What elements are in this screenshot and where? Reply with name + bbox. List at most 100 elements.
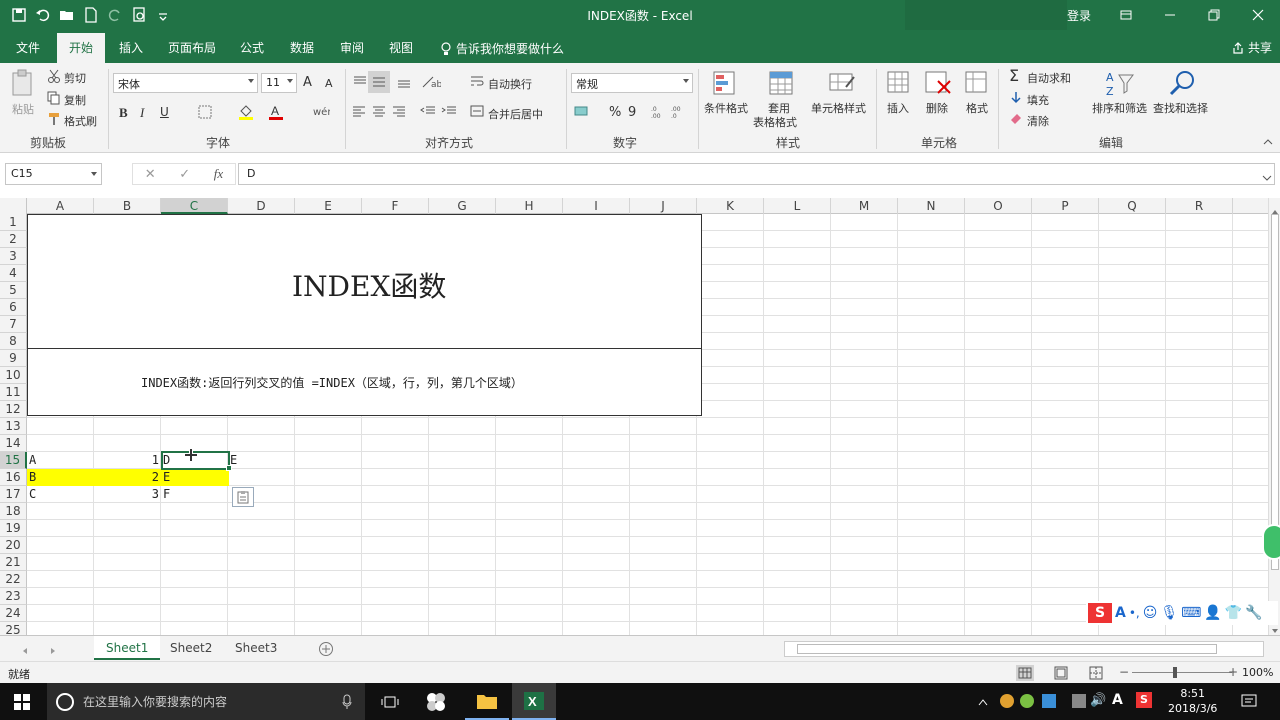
cell-B17[interactable]: 3 xyxy=(94,486,161,503)
tab-home[interactable]: 开始 xyxy=(57,33,106,63)
microphone-icon[interactable]: 🎙 xyxy=(1160,605,1178,621)
align-right-icon[interactable] xyxy=(392,105,406,120)
row-header-25[interactable]: 25 xyxy=(0,622,27,635)
horizontal-scrollbar[interactable] xyxy=(784,641,1264,657)
column-header-D[interactable]: D xyxy=(228,198,295,214)
row-header-18[interactable]: 18 xyxy=(0,503,27,520)
copy-icon[interactable] xyxy=(47,91,61,108)
sheet-tab-sheet2[interactable]: Sheet2 xyxy=(158,636,224,660)
row-header-22[interactable]: 22 xyxy=(0,571,27,588)
row-header-20[interactable]: 20 xyxy=(0,537,27,554)
name-box[interactable]: C15 xyxy=(5,163,102,185)
font-size-select[interactable]: 11 xyxy=(261,73,297,93)
increase-indent-icon[interactable] xyxy=(441,105,457,120)
skin-icon[interactable]: 👕 xyxy=(1225,605,1242,621)
cell-A16[interactable]: B xyxy=(27,469,94,486)
format-painter-icon[interactable] xyxy=(47,112,61,129)
keyboard-icon[interactable]: ⌨ xyxy=(1181,605,1201,621)
taskbar-search-box[interactable]: 在这里输入你要搜索的内容 xyxy=(47,683,365,720)
column-header-R[interactable]: R xyxy=(1166,198,1233,214)
borders-icon[interactable] xyxy=(198,105,214,122)
column-header-N[interactable]: N xyxy=(898,198,965,214)
column-header-C[interactable]: C xyxy=(161,198,228,214)
expand-formula-bar-icon[interactable] xyxy=(1262,171,1272,185)
column-header-J[interactable]: J xyxy=(630,198,697,214)
row-header-6[interactable]: 6 xyxy=(0,299,27,316)
delete-cells-label[interactable]: 删除 xyxy=(926,100,948,116)
column-header-Q[interactable]: Q xyxy=(1099,198,1166,214)
ribbon-display-options-icon[interactable] xyxy=(1104,0,1148,30)
copy-label[interactable]: 复制 xyxy=(64,92,86,108)
column-header-M[interactable]: M xyxy=(831,198,898,214)
minimize-icon[interactable] xyxy=(1148,0,1192,30)
tab-formulas[interactable]: 公式 xyxy=(240,39,264,56)
tab-page-layout[interactable]: 页面布局 xyxy=(168,39,216,56)
zoom-level[interactable]: 100% xyxy=(1242,666,1273,679)
microphone-search-icon[interactable] xyxy=(342,694,352,710)
tab-view[interactable]: 视图 xyxy=(389,39,413,56)
row-header-8[interactable]: 8 xyxy=(0,333,27,350)
align-top-icon[interactable] xyxy=(352,75,368,92)
input-method-indicator[interactable]: A xyxy=(1112,692,1123,708)
sign-in-link[interactable]: 登录 xyxy=(1067,7,1091,24)
align-center-icon[interactable] xyxy=(372,105,386,120)
row-header-12[interactable]: 12 xyxy=(0,401,27,418)
row-header-24[interactable]: 24 xyxy=(0,605,27,622)
row-header-10[interactable]: 10 xyxy=(0,367,27,384)
vertical-scroll-thumb[interactable] xyxy=(1271,214,1279,570)
find-select-icon[interactable] xyxy=(1168,69,1198,102)
comma-style-button[interactable]: 9 xyxy=(628,105,636,120)
align-middle-icon[interactable] xyxy=(368,71,390,93)
row-header-3[interactable]: 3 xyxy=(0,248,27,265)
paste-button[interactable] xyxy=(10,69,36,102)
tab-file[interactable]: 文件 xyxy=(16,39,40,56)
volume-icon[interactable]: 🔊 xyxy=(1090,693,1106,708)
row-header-2[interactable]: 2 xyxy=(0,231,27,248)
insert-cells-icon[interactable] xyxy=(886,69,912,100)
delete-cells-icon[interactable] xyxy=(924,69,952,100)
column-header-I[interactable]: I xyxy=(563,198,630,214)
tab-data[interactable]: 数据 xyxy=(290,39,314,56)
insert-cells-label[interactable]: 插入 xyxy=(887,100,909,116)
share-button[interactable]: 共享 xyxy=(1232,39,1272,56)
zoom-out-button[interactable]: − xyxy=(1119,665,1129,679)
accounting-format-icon[interactable] xyxy=(574,105,592,122)
normal-view-icon[interactable] xyxy=(1016,665,1034,681)
align-bottom-icon[interactable] xyxy=(396,75,412,92)
column-header-H[interactable]: H xyxy=(496,198,563,214)
sogou-logo-icon[interactable]: S xyxy=(1088,603,1112,623)
row-header-15[interactable]: 15 xyxy=(0,452,27,469)
row-header-11[interactable]: 11 xyxy=(0,384,27,401)
next-sheet-icon[interactable] xyxy=(50,644,56,658)
paste-options-button[interactable] xyxy=(232,487,254,507)
excel-taskbar-icon[interactable]: X xyxy=(512,683,556,720)
close-icon[interactable] xyxy=(1236,0,1280,30)
collapse-ribbon-icon[interactable] xyxy=(1263,135,1273,149)
vertical-scrollbar[interactable] xyxy=(1268,198,1280,635)
find-select-label[interactable]: 查找和选择 xyxy=(1153,100,1208,116)
row-header-9[interactable]: 9 xyxy=(0,350,27,367)
row-header-7[interactable]: 7 xyxy=(0,316,27,333)
phonetic-icon[interactable]: wén xyxy=(312,103,334,122)
merge-center-button[interactable]: 合并后居中 xyxy=(488,106,543,122)
page-layout-view-icon[interactable] xyxy=(1052,665,1070,684)
prev-sheet-icon[interactable] xyxy=(22,644,28,658)
ime-mode-icon[interactable]: A xyxy=(1115,605,1126,621)
font-color-icon[interactable]: A xyxy=(268,103,284,124)
bold-button[interactable]: B xyxy=(119,105,128,121)
row-header-21[interactable]: 21 xyxy=(0,554,27,571)
sheet-tab-sheet3[interactable]: Sheet3 xyxy=(223,636,289,660)
title-merged-cell[interactable]: INDEX函数 xyxy=(27,214,702,349)
cut-label[interactable]: 剪切 xyxy=(64,70,86,86)
autosum-icon[interactable]: Σ xyxy=(1009,66,1019,85)
increase-decimal-icon[interactable]: .0.00 xyxy=(650,104,666,123)
tray-app-icon[interactable] xyxy=(1000,694,1014,708)
italic-button[interactable]: I xyxy=(140,105,144,121)
network-icon[interactable] xyxy=(1042,694,1056,708)
tab-insert[interactable]: 插入 xyxy=(119,39,143,56)
fill-button[interactable]: 填充 xyxy=(1027,92,1049,108)
eraser-icon[interactable] xyxy=(1009,112,1023,127)
battery-icon[interactable] xyxy=(1072,694,1086,708)
zoom-slider-thumb[interactable] xyxy=(1173,667,1177,678)
fill-down-icon[interactable] xyxy=(1010,91,1022,108)
